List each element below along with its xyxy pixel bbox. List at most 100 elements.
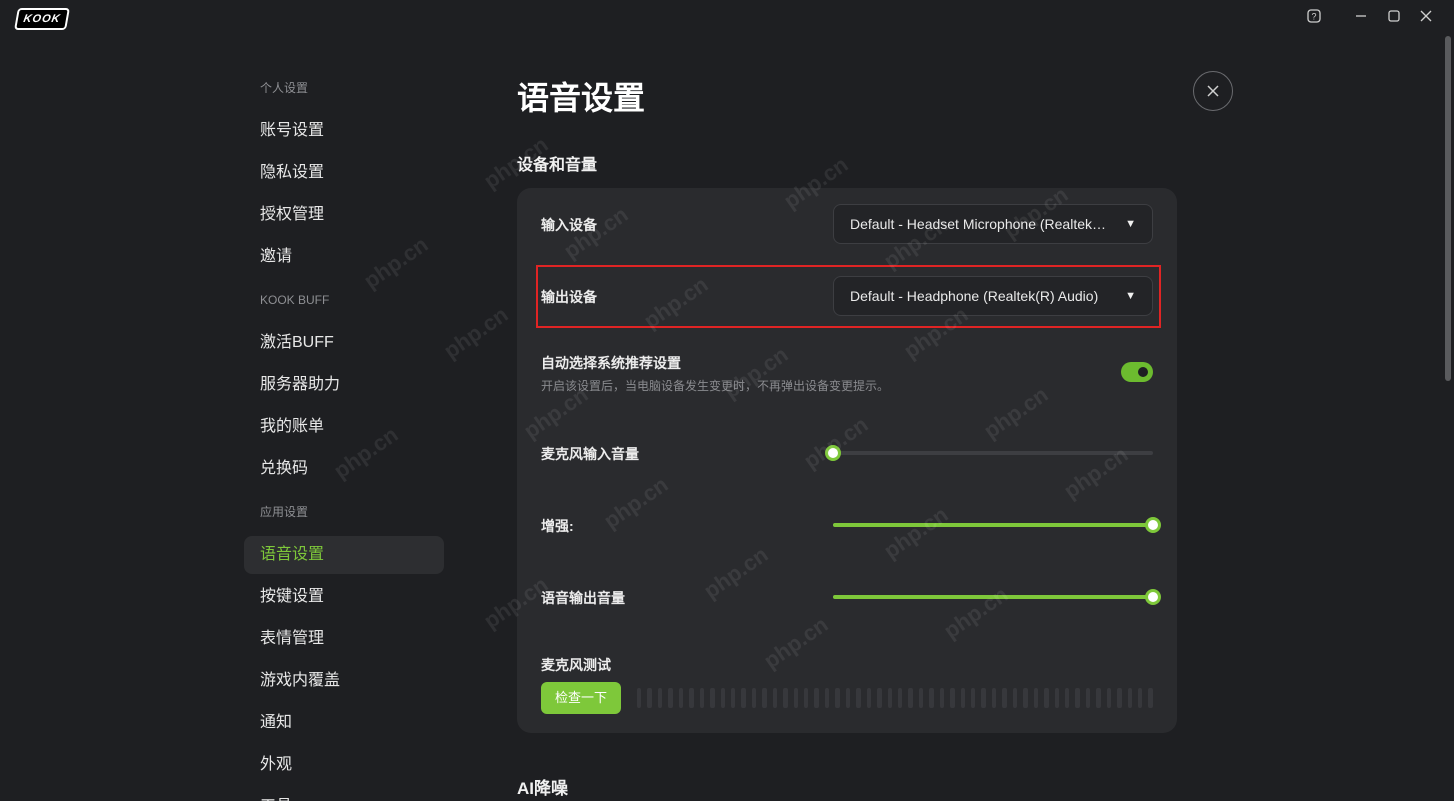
meter-bar xyxy=(918,688,924,708)
chevron-down-icon: ▼ xyxy=(1125,290,1136,302)
sidebar-item-emoji[interactable]: 表情管理 xyxy=(244,620,444,658)
sidebar-item-privacy[interactable]: 隐私设置 xyxy=(244,154,444,192)
meter-bar xyxy=(856,688,861,708)
sidebar-item-activate-buff[interactable]: 激活BUFF xyxy=(244,324,444,362)
sidebar-item-server-boost[interactable]: 服务器助力 xyxy=(244,366,444,404)
slider-thumb[interactable] xyxy=(1145,589,1161,605)
chevron-down-icon: ▼ xyxy=(1125,218,1136,230)
meter-bar xyxy=(824,688,830,708)
input-device-value: Default - Headset Microphone (Realtek(R)… xyxy=(850,216,1108,232)
mic-test-button[interactable]: 检查一下 xyxy=(541,682,621,714)
meter-bar xyxy=(710,688,715,708)
output-volume-slider[interactable] xyxy=(833,589,1161,605)
boost-slider[interactable] xyxy=(833,517,1161,533)
meter-bar xyxy=(793,688,798,708)
output-device-label: 输出设备 xyxy=(541,289,597,305)
mic-level-meter xyxy=(637,688,1153,708)
output-volume-label: 语音输出音量 xyxy=(541,590,625,606)
auto-select-description: 开启该设置后，当电脑设备发生变更时，不再弹出设备变更提示。 xyxy=(541,379,890,393)
meter-bar xyxy=(637,688,642,708)
group-title-personal: 个人设置 xyxy=(260,81,309,95)
meter-bar xyxy=(950,688,955,708)
meter-bar xyxy=(699,688,705,708)
settings-sidebar: 个人设置 账号设置 隐私设置 授权管理 邀请 KOOK BUFF 激活BUFF … xyxy=(244,70,444,801)
sidebar-item-account[interactable]: 账号设置 xyxy=(244,112,444,150)
meter-bar xyxy=(814,688,819,708)
meter-bar xyxy=(1127,688,1132,708)
sidebar-item-redeem-code[interactable]: 兑换码 xyxy=(244,450,444,488)
close-icon xyxy=(1207,85,1219,97)
meter-bar xyxy=(971,688,976,708)
sidebar-item-tools[interactable]: 工具 xyxy=(244,788,444,801)
meter-bar xyxy=(981,688,986,708)
meter-bar xyxy=(720,688,725,708)
meter-bar xyxy=(1085,688,1091,708)
group-title-buff: KOOK BUFF xyxy=(260,293,330,307)
auto-select-label: 自动选择系统推荐设置 xyxy=(541,355,681,371)
meter-bar xyxy=(845,688,851,708)
meter-bar xyxy=(897,688,903,708)
sidebar-item-voice-settings[interactable]: 语音设置 xyxy=(244,536,444,574)
meter-bar xyxy=(939,688,945,708)
meter-bar xyxy=(1106,688,1112,708)
sidebar-item-invite[interactable]: 邀请 xyxy=(244,238,444,276)
sidebar-item-overlay[interactable]: 游戏内覆盖 xyxy=(244,662,444,700)
auto-select-toggle[interactable] xyxy=(1121,362,1153,382)
mic-test-label: 麦克风测试 xyxy=(541,657,611,673)
meter-bar xyxy=(1023,688,1028,708)
sidebar-item-authorization[interactable]: 授权管理 xyxy=(244,196,444,234)
meter-bar xyxy=(1075,688,1080,708)
meter-bar xyxy=(991,688,997,708)
meter-bar xyxy=(689,688,694,708)
meter-bar xyxy=(678,688,684,708)
group-title-app: 应用设置 xyxy=(260,505,309,519)
sidebar-item-keybinds[interactable]: 按键设置 xyxy=(244,578,444,616)
output-device-select[interactable]: Default - Headphone (Realtek(R) Audio) ▼ xyxy=(833,276,1153,316)
mic-volume-label: 麦克风输入音量 xyxy=(541,446,639,462)
section-title-devices: 设备和音量 xyxy=(517,157,598,174)
meter-bar xyxy=(772,688,778,708)
meter-bar xyxy=(1148,688,1153,708)
meter-bar xyxy=(751,688,757,708)
boost-label: 增强: xyxy=(541,518,574,534)
sidebar-item-notifications[interactable]: 通知 xyxy=(244,704,444,742)
help-icon[interactable]: ? xyxy=(1304,6,1324,26)
window-close-icon[interactable] xyxy=(1416,6,1436,26)
meter-bar xyxy=(1064,688,1070,708)
meter-bar xyxy=(929,688,934,708)
sidebar-item-my-bills[interactable]: 我的账单 xyxy=(244,408,444,446)
meter-bar xyxy=(887,688,892,708)
meter-bar xyxy=(1033,688,1039,708)
meter-bar xyxy=(783,688,788,708)
slider-thumb[interactable] xyxy=(825,445,841,461)
mic-volume-slider[interactable] xyxy=(825,445,1153,461)
meter-bar xyxy=(1138,688,1143,708)
meter-bar xyxy=(877,688,882,708)
scrollbar[interactable] xyxy=(1445,36,1451,381)
sidebar-item-appearance[interactable]: 外观 xyxy=(244,746,444,784)
input-device-label: 输入设备 xyxy=(541,217,597,233)
meter-bar xyxy=(1096,688,1101,708)
maximize-icon[interactable] xyxy=(1384,6,1404,26)
meter-bar xyxy=(730,688,736,708)
slider-thumb[interactable] xyxy=(1145,517,1161,533)
meter-bar xyxy=(762,688,767,708)
meter-bar xyxy=(1012,688,1018,708)
meter-bar xyxy=(1044,688,1049,708)
meter-bar xyxy=(657,688,663,708)
meter-bar xyxy=(1002,688,1007,708)
devices-card: 输入设备 Default - Headset Microphone (Realt… xyxy=(517,188,1177,733)
meter-bar xyxy=(1117,688,1122,708)
section-title-ai-noise: AI降噪 xyxy=(517,779,568,798)
meter-bar xyxy=(866,688,872,708)
meter-bar xyxy=(647,688,652,708)
meter-bar xyxy=(1054,688,1059,708)
settings-close-button[interactable] xyxy=(1193,71,1233,111)
minimize-icon[interactable] xyxy=(1351,6,1371,26)
svg-text:?: ? xyxy=(1311,12,1316,22)
meter-bar xyxy=(908,688,913,708)
input-device-select[interactable]: Default - Headset Microphone (Realtek(R)… xyxy=(833,204,1153,244)
meter-bar xyxy=(668,688,673,708)
output-device-value: Default - Headphone (Realtek(R) Audio) xyxy=(850,288,1099,304)
page-title: 语音设置 xyxy=(517,80,646,116)
